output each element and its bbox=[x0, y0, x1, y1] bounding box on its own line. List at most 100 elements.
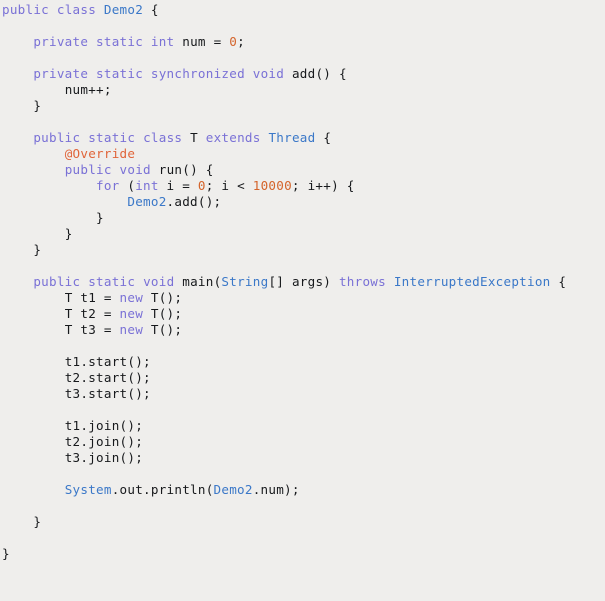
code-token-plain: T(); bbox=[143, 306, 183, 321]
code-token-kw: for bbox=[96, 178, 120, 193]
code-token-plain: num bbox=[182, 34, 206, 49]
code-token-plain: .num); bbox=[252, 482, 300, 497]
code-token-plain: ; i++) bbox=[291, 178, 347, 193]
code-line: public static class T extends Thread { bbox=[2, 130, 605, 146]
code-token-kw: private bbox=[33, 66, 89, 81]
code-token-type: Demo2 bbox=[103, 2, 144, 17]
code-line: } bbox=[2, 514, 605, 530]
code-line: public class Demo2 { bbox=[2, 2, 605, 18]
code-token-kw: static bbox=[88, 130, 136, 145]
code-token-brace: { bbox=[150, 2, 159, 17]
code-line: @Override bbox=[2, 146, 605, 162]
code-token-brace: } bbox=[2, 546, 10, 561]
code-token-brace: } bbox=[96, 210, 104, 225]
code-token-plain: num++; bbox=[64, 82, 112, 97]
code-line: public void run() { bbox=[2, 162, 605, 178]
code-line: } bbox=[2, 210, 605, 226]
code-token-brace: { bbox=[323, 130, 332, 145]
code-token-kw: class bbox=[56, 2, 97, 17]
code-line: } bbox=[2, 242, 605, 258]
code-line: } bbox=[2, 546, 605, 562]
code-token-kw: static bbox=[96, 34, 144, 49]
code-line: t3.join(); bbox=[2, 450, 605, 466]
code-token-num: 0 bbox=[197, 178, 206, 193]
code-line: T t1 = new T(); bbox=[2, 290, 605, 306]
code-token-plain: t1.start(); bbox=[64, 354, 151, 369]
code-token-plain: T t1 = bbox=[64, 290, 120, 305]
code-token-plain: T(); bbox=[143, 322, 183, 337]
code-token-plain: .out.println( bbox=[111, 482, 214, 497]
code-line: private static int num = 0; bbox=[2, 34, 605, 50]
code-editor-view[interactable]: public class Demo2 { private static int … bbox=[0, 0, 605, 601]
code-token-type: Demo2 bbox=[213, 482, 253, 497]
code-line: t3.start(); bbox=[2, 386, 605, 402]
code-token-brace: } bbox=[33, 242, 42, 257]
code-token-brace: } bbox=[33, 98, 42, 113]
code-token-brace: { bbox=[205, 162, 214, 177]
code-token-type: System bbox=[64, 482, 112, 497]
code-token-kw: public bbox=[33, 274, 81, 289]
code-token-kw: extends bbox=[205, 130, 261, 145]
code-token-plain: t3.start(); bbox=[64, 386, 151, 401]
code-line: public static void main(String[] args) t… bbox=[2, 274, 605, 290]
code-token-type: Demo2 bbox=[127, 194, 167, 209]
code-token-type: InterruptedException bbox=[393, 274, 551, 289]
code-token-kw: int bbox=[135, 178, 159, 193]
code-line: } bbox=[2, 98, 605, 114]
code-line: Demo2.add(); bbox=[2, 194, 605, 210]
code-token-anno: @Override bbox=[64, 146, 136, 161]
code-token-kw: class bbox=[143, 130, 183, 145]
code-token-brace: } bbox=[64, 226, 73, 241]
code-token-kw: throws bbox=[338, 274, 386, 289]
code-token-kw: new bbox=[119, 306, 144, 321]
code-line: t1.join(); bbox=[2, 418, 605, 434]
code-token-kw: static bbox=[96, 66, 144, 81]
code-token-plain: i = bbox=[158, 178, 198, 193]
code-token-plain: run() bbox=[158, 162, 206, 177]
code-token-kw: new bbox=[119, 290, 144, 305]
code-token-brace: } bbox=[33, 514, 42, 529]
code-line: t2.join(); bbox=[2, 434, 605, 450]
code-line: T t3 = new T(); bbox=[2, 322, 605, 338]
code-token-plain: [] args) bbox=[268, 274, 339, 289]
code-token-plain: ; bbox=[237, 34, 245, 49]
code-token-plain: .add(); bbox=[166, 194, 222, 209]
code-token-kw: public bbox=[2, 2, 50, 17]
code-token-type: String bbox=[221, 274, 269, 289]
